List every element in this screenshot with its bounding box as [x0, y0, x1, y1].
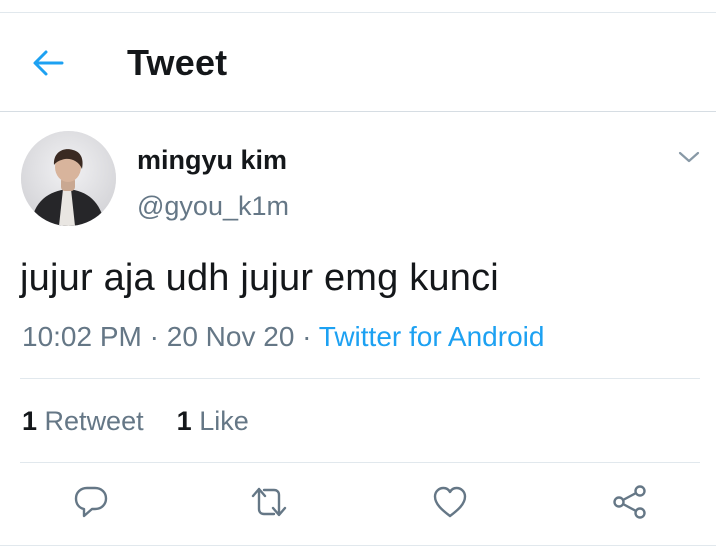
retweet-button[interactable]: [247, 480, 291, 524]
retweets-label: Retweet: [44, 406, 144, 436]
bottom-divider: [0, 545, 716, 546]
retweets-stat[interactable]: 1 Retweet: [22, 406, 144, 436]
reply-icon: [74, 486, 108, 518]
like-button[interactable]: [428, 480, 472, 524]
author-display-name[interactable]: mingyu kim: [137, 144, 287, 176]
heart-icon: [433, 486, 467, 518]
likes-stat[interactable]: 1 Like: [177, 406, 249, 436]
divider: [20, 462, 700, 463]
tweet-source-link[interactable]: Twitter for Android: [319, 321, 545, 352]
likes-count: 1: [176, 406, 192, 436]
share-icon: [613, 485, 646, 519]
page-title: Tweet: [127, 42, 228, 83]
reply-button[interactable]: [69, 480, 113, 524]
author-handle[interactable]: @gyou_k1m: [137, 190, 289, 222]
tweet-text: jujur aja udh jujur emg kunci: [20, 257, 499, 299]
avatar[interactable]: [21, 131, 116, 226]
retweet-icon: [251, 487, 287, 517]
arrow-left-icon: [33, 50, 64, 76]
tweet-date: 20 Nov 20: [166, 321, 295, 352]
tweet-meta: 10:02 PM · 20 Nov 20 · Twitter for Andro…: [22, 320, 544, 354]
tweet-stats: 1 Retweet 1 Like: [22, 404, 249, 438]
share-button[interactable]: [608, 480, 652, 524]
header-bar: Tweet: [0, 13, 716, 112]
tweet-menu-button[interactable]: [676, 144, 702, 170]
profile-photo: [21, 131, 116, 226]
tweet-time: 10:02 PM: [22, 321, 142, 352]
retweets-count: 1: [22, 406, 38, 436]
back-button[interactable]: [28, 46, 68, 80]
meta-separator: ·: [294, 321, 319, 352]
divider: [20, 378, 700, 379]
likes-label: Like: [199, 406, 249, 436]
chevron-down-icon: [678, 151, 700, 163]
meta-separator: ·: [141, 321, 167, 352]
